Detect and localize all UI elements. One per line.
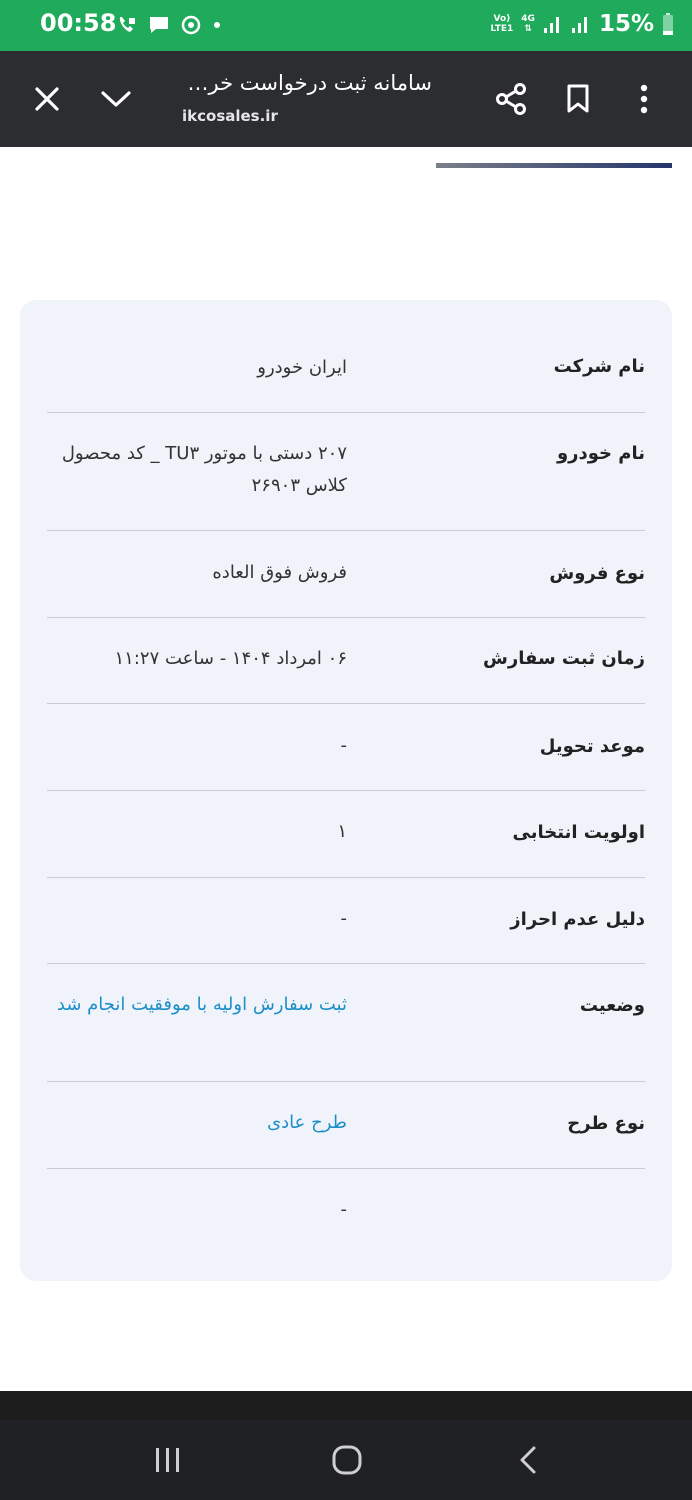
- more-vertical-icon: [640, 84, 648, 114]
- signal-icon: [543, 17, 559, 33]
- sync-icon: [181, 15, 201, 35]
- volte-indicator: Vo) LTE1: [490, 14, 514, 34]
- back-icon: [520, 1446, 536, 1474]
- battery-icon: [663, 13, 673, 35]
- detail-row-car: نام خودرو ۲۰۷ دستی با موتور TU۳ _ کد محص…: [47, 413, 645, 531]
- detail-value: -: [340, 1199, 348, 1220]
- bookmark-button[interactable]: [558, 51, 598, 147]
- share-button[interactable]: [490, 51, 532, 147]
- plan-type-value: طرح عادی: [267, 1112, 347, 1133]
- detail-label: اولویت انتخابی: [512, 822, 645, 843]
- more-options-button[interactable]: [628, 51, 660, 147]
- home-button[interactable]: [326, 1420, 368, 1500]
- page-progress-line: [436, 163, 672, 168]
- detail-row-order-time: زمان ثبت سفارش ۰۶ امرداد ۱۴۰۴ - ساعت ۱۱:…: [47, 618, 645, 704]
- page-bottom-strip: [0, 1391, 692, 1420]
- wifi-call-icon: [119, 17, 135, 32]
- home-icon: [332, 1445, 362, 1475]
- detail-value: ۲۰۷ دستی با موتور TU۳ _ کد محصول کلاس ۲۶…: [61, 443, 347, 496]
- recent-apps-icon: [156, 1448, 179, 1472]
- detail-value: ۰۶ امرداد ۱۴۰۴ - ساعت ۱۱:۲۷: [114, 648, 347, 669]
- detail-row-plan-type: نوع طرح طرح عادی: [47, 1082, 645, 1169]
- detail-row-sale-type: نوع فروش فروش فوق العاده: [47, 531, 645, 618]
- back-button[interactable]: [508, 1420, 548, 1500]
- page-title: سامانه ثبت درخواست خرید خودرو: [182, 71, 432, 95]
- detail-value: ۱: [337, 821, 347, 842]
- detail-row-delivery: موعد تحویل -: [47, 704, 645, 791]
- dot-icon: [214, 22, 220, 28]
- close-icon: [35, 87, 59, 111]
- detail-value: -: [340, 908, 348, 929]
- detail-value: ایران خودرو: [257, 357, 347, 378]
- detail-label: وضعیت: [579, 995, 645, 1016]
- detail-row-priority: اولویت انتخابی ۱: [47, 791, 645, 878]
- share-icon: [496, 83, 526, 115]
- order-details-card: نام شرکت ایران خودرو نام خودرو ۲۰۷ دستی …: [20, 300, 672, 1281]
- status-value: ثبت سفارش اولیه با موفقیت انجام شد: [56, 994, 347, 1015]
- detail-value: فروش فوق العاده: [212, 562, 347, 583]
- detail-label: نوع طرح: [567, 1113, 645, 1134]
- chevron-down-icon: [101, 91, 131, 107]
- network-gen-indicator: 4G ⇅: [521, 14, 535, 34]
- battery-percent: 15%: [598, 11, 654, 37]
- close-button[interactable]: [27, 51, 67, 147]
- browser-toolbar: سامانه ثبت درخواست خرید خودرو ikcosales.…: [0, 51, 692, 147]
- collapse-button[interactable]: [96, 51, 136, 147]
- detail-row-company: نام شرکت ایران خودرو: [47, 300, 645, 413]
- message-icon: [150, 17, 168, 33]
- status-system-icons: Vo) LTE1 4G ⇅ 15%: [490, 10, 674, 38]
- detail-label: دلیل عدم احراز: [510, 909, 645, 930]
- detail-label: نوع فروش: [549, 563, 645, 584]
- detail-row-extra: -: [47, 1169, 645, 1281]
- status-bar: 00:58 Vo) LTE1 4G ⇅ 15%: [0, 0, 692, 51]
- bookmark-icon: [567, 84, 589, 113]
- status-time: 00:58: [40, 9, 117, 37]
- detail-label: زمان ثبت سفارش: [483, 648, 645, 669]
- recent-apps-button[interactable]: [146, 1420, 190, 1500]
- detail-label: نام خودرو: [556, 443, 645, 464]
- detail-label: نام شرکت: [553, 356, 645, 377]
- system-navigation-bar: [0, 1420, 692, 1500]
- detail-row-status: وضعیت ثبت سفارش اولیه با موفقیت انجام شد: [47, 964, 645, 1082]
- detail-value: -: [340, 735, 348, 756]
- detail-row-rejection-reason: دلیل عدم احراز -: [47, 878, 645, 964]
- signal-icon-2: [571, 17, 587, 33]
- page-url: ikcosales.ir: [182, 107, 278, 125]
- status-notification-icons: [116, 12, 222, 38]
- detail-label: موعد تحویل: [539, 736, 645, 757]
